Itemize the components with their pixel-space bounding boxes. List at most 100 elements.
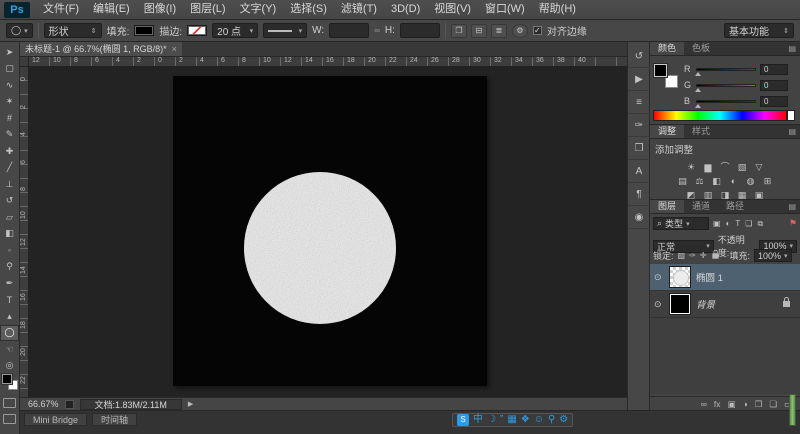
- layer-row[interactable]: ⊙ 背景: [650, 291, 800, 318]
- status-flyout-arrow[interactable]: ▶: [188, 400, 193, 408]
- canvas-area[interactable]: [29, 67, 627, 397]
- ellipse-tool[interactable]: ◯: [0, 324, 19, 341]
- menu-item[interactable]: 选择(S): [283, 0, 334, 19]
- channel-value[interactable]: 0: [760, 79, 788, 91]
- ime-chinese-mode-icon[interactable]: 中: [473, 414, 483, 426]
- adjustments-tab[interactable]: 样式: [684, 125, 718, 138]
- screen-mode-button[interactable]: [3, 414, 16, 424]
- path-selection-tool[interactable]: ▴: [0, 308, 19, 324]
- menu-item[interactable]: 滤镜(T): [334, 0, 384, 19]
- layers-tab[interactable]: 图层: [650, 200, 685, 213]
- layer-filter-icon[interactable]: T: [735, 219, 740, 229]
- history-panel-icon[interactable]: ↺: [628, 46, 650, 68]
- lock-option-icon[interactable]: ▨: [678, 251, 686, 260]
- color-spectrum-bar[interactable]: [653, 110, 787, 121]
- dodge-tool[interactable]: ⚲: [0, 259, 19, 275]
- fx-panel-icon[interactable]: ◉: [628, 207, 650, 229]
- ime-logo-icon[interactable]: S: [457, 414, 469, 426]
- panel-menu-icon[interactable]: ▤: [784, 42, 800, 55]
- workspace-switcher[interactable]: 基本功能 ⇕: [724, 23, 794, 38]
- healing-brush-tool[interactable]: ✚: [0, 143, 19, 159]
- lasso-tool[interactable]: ∿: [0, 77, 19, 93]
- tab-timeline[interactable]: 时间轴: [92, 413, 138, 426]
- type-tool[interactable]: T: [0, 292, 19, 308]
- visibility-eye-icon[interactable]: ⊙: [654, 299, 664, 310]
- paragraph-panel-icon[interactable]: ¶: [628, 184, 650, 206]
- hand-tool[interactable]: ☜: [0, 341, 19, 357]
- lock-all-icon[interactable]: [712, 249, 720, 259]
- actions-panel-icon[interactable]: ▶: [628, 69, 650, 91]
- quick-mask-button[interactable]: [3, 398, 16, 408]
- height-input[interactable]: [399, 23, 440, 38]
- channel-value[interactable]: 0: [760, 95, 788, 107]
- layer-thumbnail[interactable]: [669, 293, 691, 315]
- menu-item[interactable]: 帮助(H): [532, 0, 583, 19]
- new-group-icon[interactable]: ❒: [755, 399, 763, 410]
- eraser-tool[interactable]: ▱: [0, 209, 19, 225]
- clone-source-panel-icon[interactable]: ❐: [628, 138, 650, 160]
- ime-settings-icon[interactable]: ⚙: [559, 414, 568, 426]
- canvas-document[interactable]: [173, 76, 487, 386]
- panel-color-swatches[interactable]: [654, 64, 678, 88]
- zoom-tool[interactable]: ◎: [0, 358, 19, 374]
- channel-value[interactable]: 0: [760, 63, 788, 75]
- tab-mini-bridge[interactable]: Mini Bridge: [24, 413, 88, 426]
- quick-selection-tool[interactable]: ✶: [0, 94, 19, 110]
- menu-item[interactable]: 文件(F): [36, 0, 86, 19]
- layer-filter-icon[interactable]: ⧉: [757, 219, 763, 229]
- adjustments-tab[interactable]: 调整: [650, 125, 685, 138]
- zoom-level[interactable]: 66.67%: [28, 399, 59, 409]
- lock-option-icon[interactable]: ✑: [689, 251, 696, 260]
- menu-item[interactable]: 文字(Y): [233, 0, 284, 19]
- ime-fullwidth-icon[interactable]: ☽: [487, 414, 496, 426]
- lock-option-icon[interactable]: ✛: [700, 251, 707, 260]
- link-layers-icon[interactable]: ∞: [701, 399, 707, 409]
- clone-stamp-tool[interactable]: ⊥: [0, 176, 19, 192]
- filter-toggle-icon[interactable]: ⚑: [789, 218, 797, 229]
- foreground-color-swatch[interactable]: [654, 64, 667, 77]
- layer-name[interactable]: 椭圆 1: [696, 270, 723, 284]
- menu-item[interactable]: 视图(V): [427, 0, 478, 19]
- layer-filter-icon[interactable]: ❏: [745, 219, 752, 229]
- adjustment-layer-icon[interactable]: ◑: [743, 399, 748, 409]
- align-edges-checkbox[interactable]: ✓: [532, 26, 542, 35]
- layers-tab[interactable]: 通道: [684, 200, 718, 213]
- marquee-tool[interactable]: ▢: [0, 61, 19, 77]
- crop-tool[interactable]: #: [0, 110, 19, 126]
- foreground-color-swatch[interactable]: [2, 374, 12, 384]
- slider-handle[interactable]: [695, 87, 701, 92]
- color-tab[interactable]: 色板: [684, 42, 718, 55]
- path-arrangement-icon[interactable]: ≣: [490, 23, 507, 38]
- slider-handle[interactable]: [695, 103, 701, 108]
- layer-mask-icon[interactable]: ▣: [728, 399, 736, 410]
- menu-item[interactable]: 图层(L): [183, 0, 232, 19]
- gradient-tool[interactable]: ◧: [0, 226, 19, 242]
- menu-item[interactable]: 窗口(W): [478, 0, 532, 19]
- path-operations-icon[interactable]: ❐: [450, 23, 467, 38]
- ime-search-icon[interactable]: ⚲: [548, 414, 555, 426]
- width-input[interactable]: [329, 23, 370, 38]
- tool-preset-picker[interactable]: ◯ ▾: [6, 23, 33, 38]
- new-layer-icon[interactable]: ❏: [769, 399, 777, 410]
- fill-select[interactable]: 100% ▾: [754, 249, 792, 262]
- pen-tool[interactable]: ✒: [0, 275, 19, 291]
- document-tab[interactable]: 未标题-1 @ 66.7%(椭圆 1, RGB/8)* ×: [20, 42, 182, 56]
- layer-name[interactable]: 背景: [696, 297, 715, 311]
- fill-swatch[interactable]: [134, 25, 155, 36]
- eyedropper-tool[interactable]: ✎: [0, 127, 19, 143]
- vertical-ruler[interactable]: 0 2 4 6 8 10 12 14 16 18 20 22: [20, 67, 29, 397]
- blur-tool[interactable]: ◦: [0, 242, 19, 258]
- visibility-eye-icon[interactable]: ⊙: [654, 272, 664, 283]
- slider-handle[interactable]: [695, 71, 701, 76]
- tool-mode-select[interactable]: 形状 ⇕: [43, 23, 102, 38]
- scrollbar-thumb[interactable]: [789, 394, 796, 426]
- channel-slider[interactable]: [695, 67, 756, 76]
- layer-effects-icon[interactable]: fx: [714, 399, 721, 409]
- layer-thumbnail[interactable]: [669, 266, 691, 288]
- geometry-options-button[interactable]: ⚙: [511, 23, 528, 38]
- ime-account-icon[interactable]: ☺: [534, 414, 544, 426]
- layers-tab[interactable]: 路径: [718, 200, 752, 213]
- ime-punctuation-icon[interactable]: ”: [500, 414, 503, 426]
- channel-slider[interactable]: [695, 83, 756, 92]
- move-tool[interactable]: ➤: [0, 44, 19, 60]
